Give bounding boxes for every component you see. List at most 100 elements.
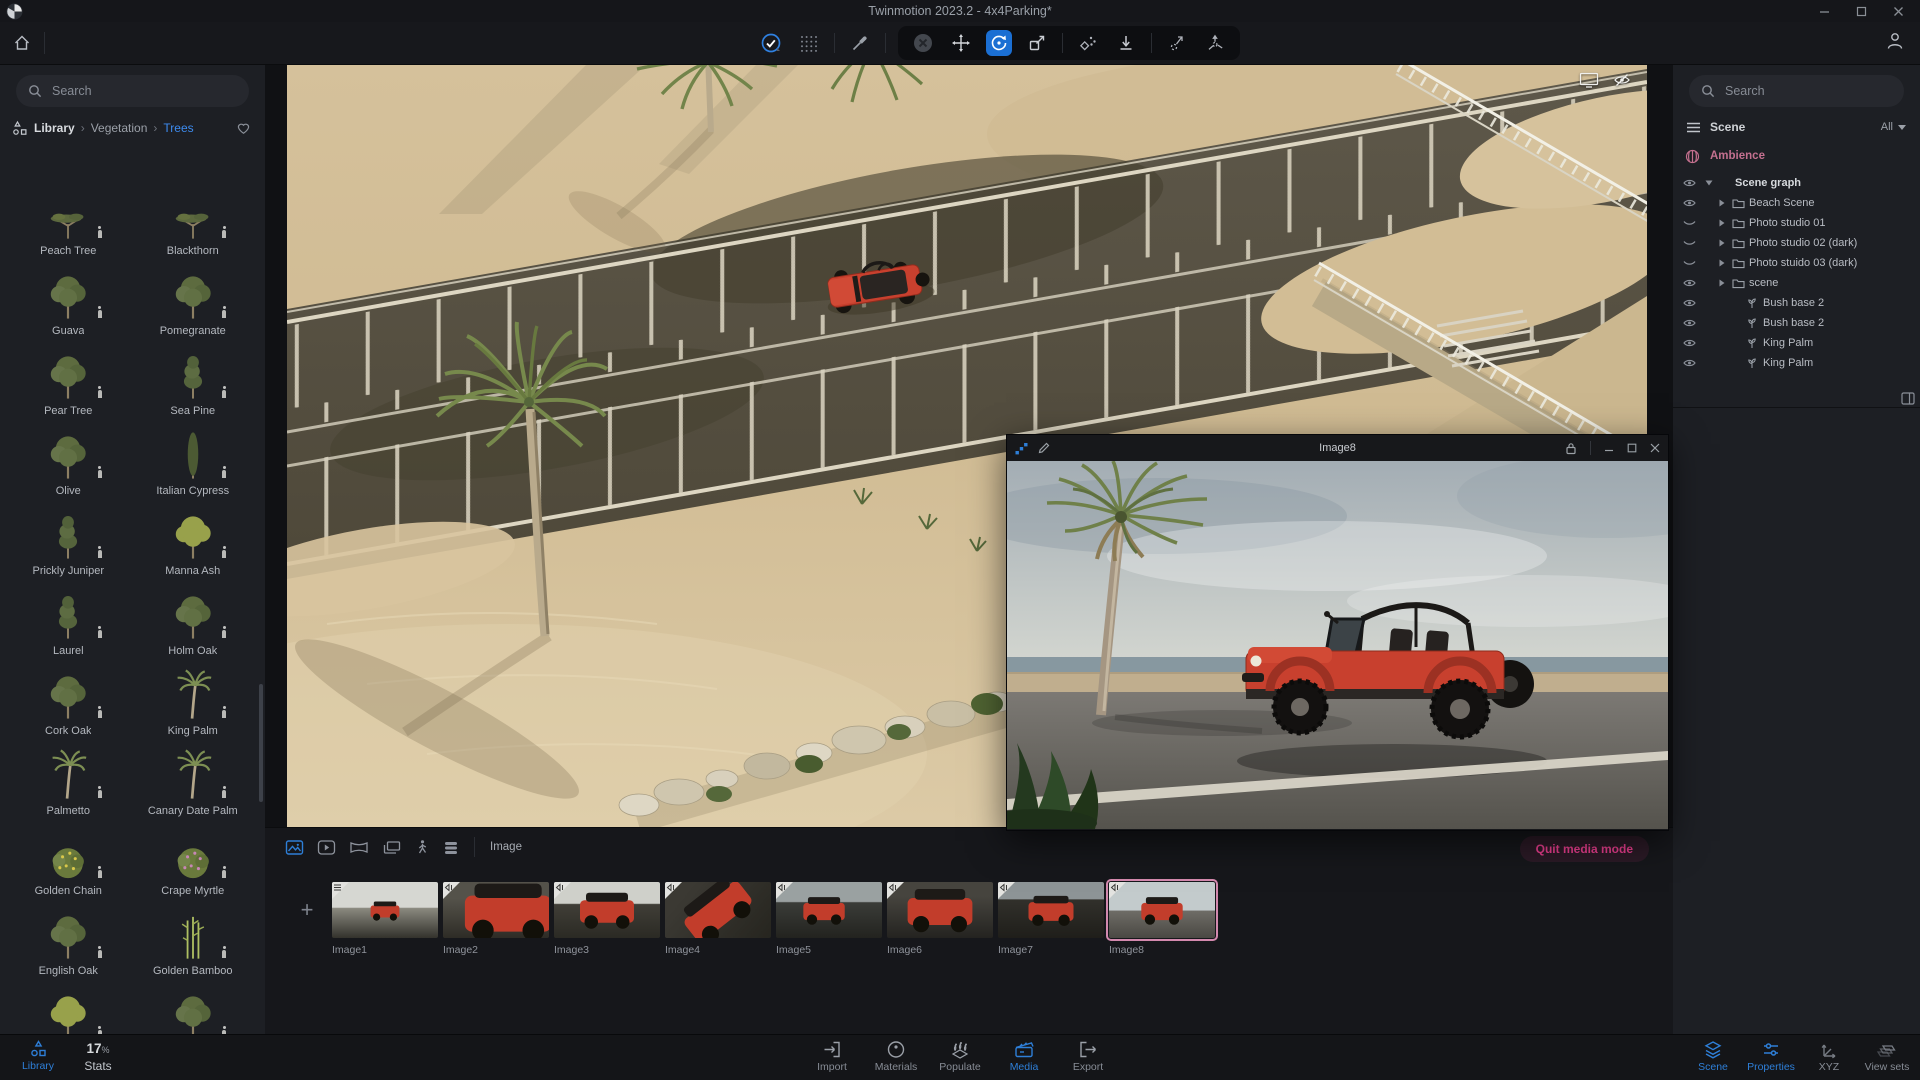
maximize-button[interactable] bbox=[1856, 6, 1867, 17]
visibility-eye-icon[interactable] bbox=[1683, 358, 1705, 368]
media-thumbnail[interactable]: Image8 bbox=[1106, 879, 1218, 956]
scene-graph-row[interactable]: Scene graph bbox=[1673, 173, 1920, 193]
media-thumbnail[interactable]: Image1 bbox=[332, 882, 438, 956]
capture-frame-icon[interactable] bbox=[1579, 72, 1599, 88]
maximize-icon[interactable] bbox=[1627, 443, 1637, 453]
scene-graph-row[interactable]: Photo studio 01 bbox=[1673, 213, 1920, 233]
edit-pencil-icon[interactable] bbox=[1038, 442, 1050, 454]
phasing-mode-icon[interactable] bbox=[415, 839, 430, 856]
translate-tool-icon[interactable] bbox=[948, 30, 974, 56]
character-scatter-icon[interactable] bbox=[1202, 30, 1228, 56]
library-asset[interactable]: Guava bbox=[9, 264, 127, 344]
export-tab[interactable]: Export bbox=[1056, 1040, 1120, 1073]
visibility-icon[interactable] bbox=[1613, 72, 1631, 88]
visibility-eye-icon[interactable] bbox=[1683, 318, 1705, 328]
visibility-eye-icon[interactable] bbox=[1683, 258, 1705, 268]
visibility-eye-icon[interactable] bbox=[1683, 338, 1705, 348]
menu-item[interactable] bbox=[55, 9, 75, 13]
scene-graph-row[interactable]: Beach Scene bbox=[1673, 193, 1920, 213]
scene-graph-row[interactable]: scene bbox=[1673, 273, 1920, 293]
library-asset[interactable]: Weeping Fig bbox=[134, 984, 252, 1035]
library-asset[interactable]: English Oak bbox=[9, 904, 127, 984]
library-asset[interactable]: Prickly Juniper bbox=[9, 504, 127, 584]
panorama-mode-icon[interactable] bbox=[349, 839, 369, 856]
library-asset[interactable]: Italian Cypress bbox=[134, 424, 252, 504]
scene-graph-row[interactable]: King Palm bbox=[1673, 333, 1920, 353]
image-preview-window[interactable]: Image8 bbox=[1006, 434, 1669, 831]
close-button[interactable] bbox=[1893, 6, 1904, 17]
media-thumbnail[interactable]: Image3 bbox=[554, 882, 660, 956]
library-asset[interactable]: Palmetto bbox=[9, 744, 127, 824]
library-scrollbar[interactable] bbox=[259, 684, 263, 802]
breadcrumb-trees[interactable]: Trees bbox=[163, 121, 193, 135]
visibility-eye-icon[interactable] bbox=[1683, 198, 1705, 208]
presentation-mode-icon[interactable] bbox=[382, 839, 402, 856]
expand-arrow-icon[interactable] bbox=[1719, 279, 1732, 287]
lock-icon[interactable] bbox=[1565, 442, 1577, 455]
snap-grid-icon[interactable] bbox=[796, 30, 822, 56]
media-tab[interactable]: Media bbox=[992, 1040, 1056, 1073]
scene-graph-row[interactable]: Bush base 2 bbox=[1673, 293, 1920, 313]
library-asset[interactable]: Holm Oak bbox=[134, 584, 252, 664]
scene-graph-row[interactable]: Bush base 2 bbox=[1673, 313, 1920, 333]
library-tab[interactable]: Library bbox=[6, 1040, 70, 1072]
close-icon[interactable] bbox=[1650, 443, 1660, 453]
visibility-eye-icon[interactable] bbox=[1683, 298, 1705, 308]
favorites-heart-icon[interactable] bbox=[236, 121, 251, 135]
minimize-icon[interactable] bbox=[1604, 443, 1614, 453]
import-tab[interactable]: Import bbox=[800, 1040, 864, 1073]
expand-arrow-icon[interactable] bbox=[1719, 259, 1732, 267]
confirm-tool-icon[interactable] bbox=[758, 30, 784, 56]
image-mode-icon[interactable] bbox=[285, 839, 304, 856]
media-thumbnail[interactable]: Image5 bbox=[776, 882, 882, 956]
library-asset[interactable]: Pomegranate bbox=[134, 264, 252, 344]
keyframe-icon[interactable] bbox=[1015, 442, 1028, 455]
menu-item[interactable] bbox=[79, 9, 99, 13]
library-asset[interactable]: Pear Tree bbox=[9, 344, 127, 424]
library-search[interactable] bbox=[16, 75, 249, 107]
visibility-eye-icon[interactable] bbox=[1683, 218, 1705, 228]
library-asset[interactable]: Crape Myrtle bbox=[134, 824, 252, 904]
preview-window-header[interactable]: Image8 bbox=[1007, 435, 1668, 461]
library-asset[interactable]: Laurel bbox=[9, 584, 127, 664]
populate-tab[interactable]: Populate bbox=[928, 1040, 992, 1073]
expand-arrow-icon[interactable] bbox=[1705, 180, 1718, 186]
library-asset[interactable]: Sea Pine bbox=[134, 344, 252, 424]
library-asset[interactable]: Golden Shower bbox=[9, 984, 127, 1035]
add-media-button[interactable]: + bbox=[287, 882, 327, 938]
video-mode-icon[interactable] bbox=[317, 839, 336, 856]
scene-graph-row[interactable]: King Palm bbox=[1673, 353, 1920, 373]
properties-tab[interactable]: Properties bbox=[1742, 1040, 1800, 1073]
scale-tool-icon[interactable] bbox=[1024, 30, 1050, 56]
stats-indicator[interactable]: 17% Stats bbox=[70, 1040, 126, 1073]
library-search-input[interactable] bbox=[50, 83, 237, 99]
xyz-tab[interactable]: XYZ bbox=[1800, 1040, 1858, 1073]
media-thumbnail[interactable]: Image6 bbox=[887, 882, 993, 956]
cancel-tool-icon[interactable] bbox=[910, 30, 936, 56]
quit-media-mode-button[interactable]: Quit media mode bbox=[1519, 836, 1649, 862]
library-asset[interactable]: Olive bbox=[9, 424, 127, 504]
drop-to-ground-icon[interactable] bbox=[1113, 30, 1139, 56]
library-asset[interactable]: Blackthorn bbox=[134, 184, 252, 264]
expand-arrow-icon[interactable] bbox=[1719, 239, 1732, 247]
ambience-item[interactable]: Ambience bbox=[1685, 145, 1920, 167]
scene-search-input[interactable] bbox=[1723, 83, 1892, 99]
media-thumbnail[interactable]: Image2 bbox=[443, 882, 549, 956]
library-asset[interactable]: King Palm bbox=[134, 664, 252, 744]
materials-tab[interactable]: Materials bbox=[864, 1040, 928, 1073]
view-sets-tab[interactable]: View sets bbox=[1858, 1040, 1916, 1073]
hamburger-icon[interactable] bbox=[1687, 122, 1700, 133]
media-thumbnail[interactable]: Image4 bbox=[665, 882, 771, 956]
home-button[interactable] bbox=[12, 33, 32, 53]
visibility-eye-icon[interactable] bbox=[1683, 178, 1705, 188]
expand-arrow-icon[interactable] bbox=[1719, 219, 1732, 227]
vertex-snap-icon[interactable] bbox=[1075, 30, 1101, 56]
profile-icon[interactable] bbox=[1884, 30, 1906, 52]
scene-filter-dropdown[interactable]: All bbox=[1881, 121, 1906, 133]
library-asset[interactable]: Cork Oak bbox=[9, 664, 127, 744]
collapse-panel-icon[interactable] bbox=[1901, 392, 1915, 405]
media-thumbnail[interactable]: Image7 bbox=[998, 882, 1104, 956]
rotate-tool-icon[interactable] bbox=[986, 30, 1012, 56]
library-asset[interactable]: Manna Ash bbox=[134, 504, 252, 584]
library-asset[interactable]: Golden Bamboo bbox=[134, 904, 252, 984]
